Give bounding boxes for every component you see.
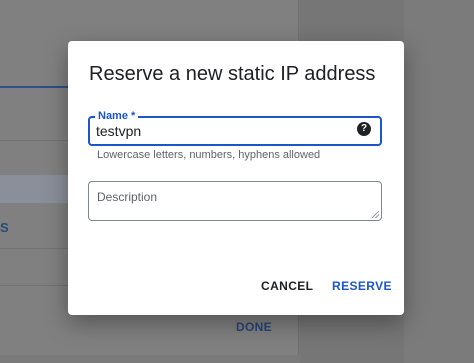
reserve-button[interactable]: RESERVE [326,275,398,297]
background-divider [0,86,70,88]
background-partial-text: S [0,220,9,235]
cancel-button[interactable]: CANCEL [255,275,319,297]
background-divider [0,285,70,286]
help-icon[interactable]: ? [357,122,371,136]
name-field-hint: Lowercase letters, numbers, hyphens allo… [97,149,321,161]
background-selected-row [0,175,70,203]
reserve-ip-dialog: Reserve a new static IP address Name * ?… [68,41,404,315]
dialog-title: Reserve a new static IP address [89,63,376,85]
background-divider [0,140,70,141]
background-done-button: DONE [236,320,272,334]
background-divider [0,248,70,249]
name-input[interactable] [96,122,346,140]
background-right-area [404,0,474,363]
name-field[interactable]: Name * ? [88,109,382,146]
resize-grip-icon[interactable] [372,211,379,218]
description-input[interactable] [97,190,369,216]
description-field[interactable] [88,181,382,221]
name-field-label: Name * [95,109,139,123]
